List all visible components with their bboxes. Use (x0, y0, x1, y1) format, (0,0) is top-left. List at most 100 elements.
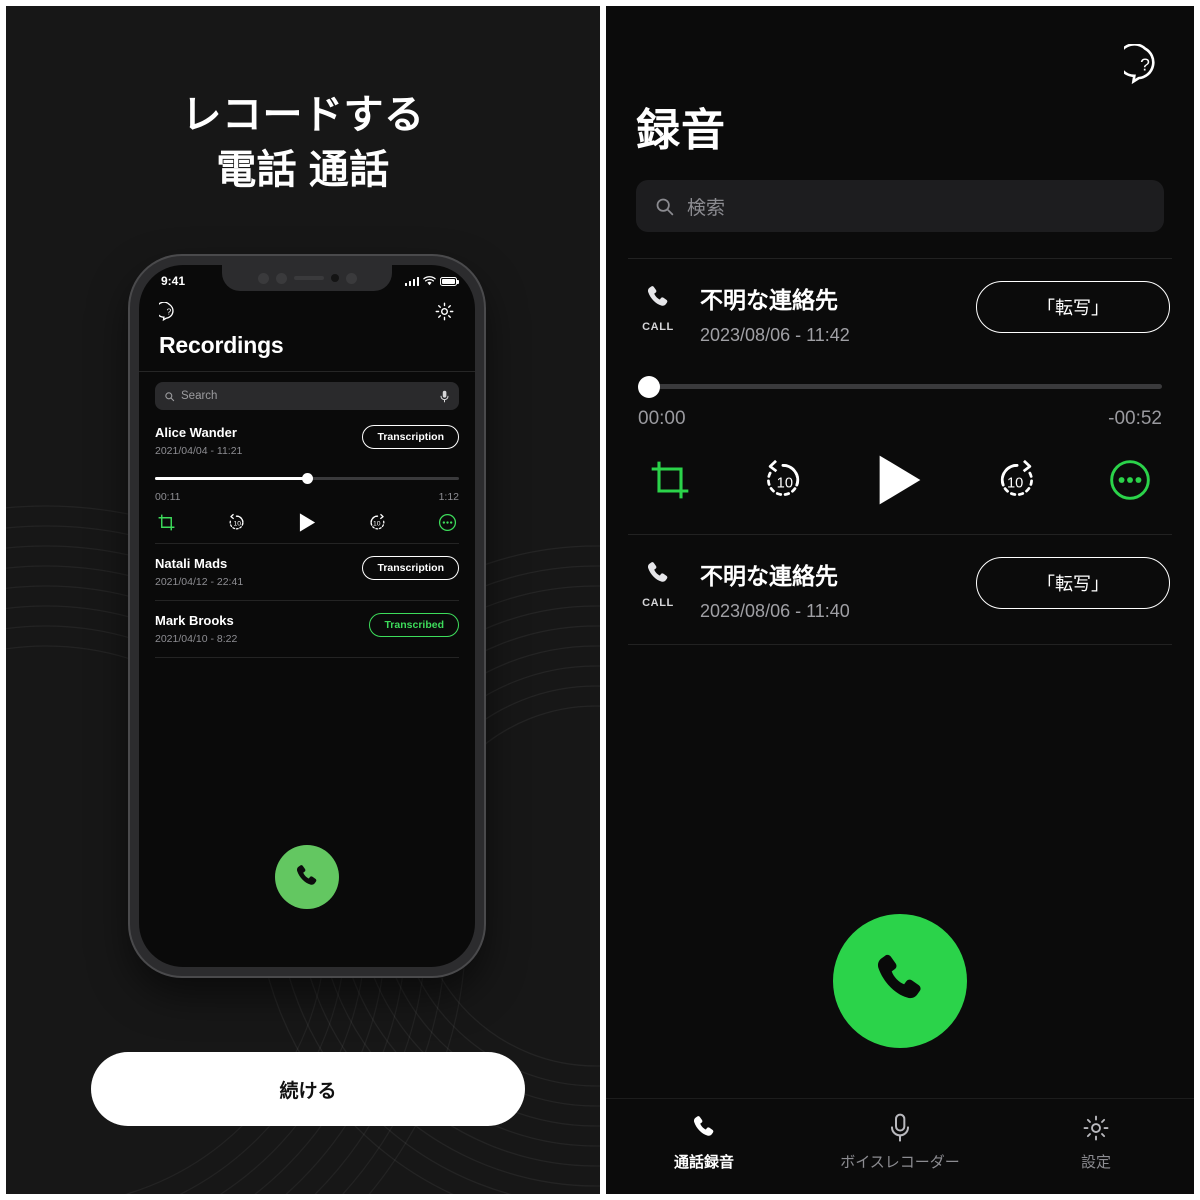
phone-mockup: 9:41 ? Recordings Search Alice Wander 20… (130, 256, 484, 976)
tab-call-recording[interactable]: 通話録音 (629, 1113, 779, 1172)
total-duration: 1:12 (438, 491, 459, 503)
playback-slider[interactable] (155, 473, 459, 484)
phone-handset-icon (296, 865, 317, 885)
call-list-item[interactable]: CALL 不明な連絡先 2023/08/06 - 11:42 「転写」 (606, 259, 1194, 346)
gear-icon[interactable] (434, 301, 455, 322)
playback-times: 00:00 -00:52 (638, 408, 1162, 430)
promo-headline-line1: レコードする (181, 93, 425, 137)
crop-icon[interactable] (157, 513, 176, 532)
record-call-fab[interactable] (833, 914, 967, 1048)
promo-headline-line2: 電話 通話 (216, 148, 390, 193)
battery-icon (440, 276, 459, 286)
play-icon[interactable] (874, 452, 926, 508)
phone-handset-icon (877, 954, 921, 999)
recording-date: 2021/04/10 - 8:22 (155, 633, 238, 645)
slider-thumb[interactable] (638, 376, 660, 398)
recording-name: Alice Wander (155, 425, 237, 440)
call-meta: 不明な連絡先 2023/08/06 - 11:40 (700, 555, 962, 622)
svg-text:10: 10 (1007, 475, 1023, 491)
svg-text:10: 10 (234, 521, 242, 528)
more-options-icon[interactable] (438, 513, 457, 532)
divider (628, 644, 1172, 645)
call-list-item[interactable]: CALL 不明な連絡先 2023/08/06 - 11:40 「転写」 (606, 535, 1194, 622)
search-placeholder: 検索 (687, 197, 726, 219)
transcribe-button[interactable]: 「転写」 (976, 281, 1170, 333)
transcription-button[interactable]: Transcription (362, 556, 459, 580)
slider-fill (155, 477, 307, 480)
recording-date: 2021/04/04 - 11:21 (155, 445, 243, 457)
microphone-icon[interactable] (439, 390, 450, 403)
recording-header: Natali Mads 2021/04/12 - 22:41 Transcrip… (155, 556, 459, 588)
tab-label: ボイスレコーダー (840, 1154, 960, 1171)
search-icon (165, 391, 175, 401)
phone-search-bar[interactable]: Search (155, 382, 459, 410)
recording-date: 2021/04/12 - 22:41 (155, 576, 244, 588)
tab-voice-recorder[interactable]: ボイスレコーダー (825, 1113, 975, 1172)
call-type-indicator: CALL (630, 279, 686, 333)
bottom-tab-bar: 通話録音 ボイスレコーダー 設定 (606, 1098, 1194, 1194)
help-bubble-icon[interactable]: ? (159, 301, 179, 322)
remaining-time: -00:52 (1108, 408, 1162, 429)
svg-text:?: ? (1140, 54, 1150, 74)
phone-handset-icon (693, 1116, 714, 1136)
search-bar[interactable]: 検索 (636, 180, 1164, 232)
phone-handset-icon (647, 286, 668, 306)
call-type-label: CALL (642, 597, 674, 609)
more-options-icon[interactable] (1108, 458, 1152, 502)
phone-handset-icon (647, 562, 668, 582)
phone-top-bar: ? (139, 293, 475, 322)
recording-header: Alice Wander 2021/04/04 - 11:21 Transcri… (155, 425, 459, 457)
record-call-fab[interactable] (275, 845, 339, 909)
search-icon (656, 198, 674, 215)
call-name: 不明な連絡先 (700, 563, 838, 589)
call-type-label: CALL (642, 321, 674, 333)
svg-text:?: ? (167, 306, 172, 316)
recording-name: Natali Mads (155, 556, 228, 571)
forward-10-icon[interactable]: 10 (368, 513, 387, 532)
left-promo-panel: レコードする 電話 通話 9:41 ? Recordings Search Al… (6, 6, 600, 1194)
page-title: 録音 (636, 106, 726, 155)
call-meta: 不明な連絡先 2023/08/06 - 11:42 (700, 279, 962, 346)
phone-screen: 9:41 ? Recordings Search Alice Wander 20… (139, 265, 475, 967)
call-name: 不明な連絡先 (700, 287, 838, 313)
tab-settings[interactable]: 設定 (1021, 1113, 1171, 1172)
cellular-signal-icon (404, 276, 419, 286)
help-bubble-icon[interactable]: ? (1124, 44, 1166, 86)
crop-icon[interactable] (648, 458, 692, 502)
right-app-panel: ? 録音 検索 CALL 不明な連絡先 2023/08/06 - 11:42 「… (606, 6, 1194, 1194)
recording-list-item[interactable]: Natali Mads 2021/04/12 - 22:41 Transcrip… (139, 544, 475, 600)
microphone-icon (891, 1113, 909, 1142)
playback-slider[interactable] (638, 376, 1162, 398)
call-date: 2023/08/06 - 11:40 (700, 601, 850, 621)
status-bar: 9:41 (139, 265, 475, 293)
recording-list-item[interactable]: Mark Brooks 2021/04/10 - 8:22 Transcribe… (139, 601, 475, 657)
slider-track (638, 384, 1162, 389)
rewind-10-icon[interactable]: 10 (227, 513, 246, 532)
gear-icon (1083, 1115, 1109, 1141)
recording-meta: Mark Brooks 2021/04/10 - 8:22 (155, 613, 237, 645)
slider-thumb[interactable] (301, 473, 313, 484)
playback-controls: 10 10 (648, 452, 1152, 508)
elapsed-time: 00:11 (155, 491, 181, 503)
status-time: 9:41 (161, 274, 186, 288)
wifi-icon (423, 276, 436, 286)
call-date: 2023/08/06 - 11:42 (700, 325, 850, 345)
promo-headline: レコードする 電話 通話 (6, 88, 600, 198)
transcribe-button[interactable]: 「転写」 (976, 557, 1170, 609)
status-indicators (404, 276, 459, 286)
play-icon[interactable] (298, 512, 317, 533)
call-type-indicator: CALL (630, 555, 686, 609)
recording-list-item[interactable]: Alice Wander 2021/04/04 - 11:21 Transcri… (139, 418, 475, 543)
elapsed-time: 00:00 (638, 408, 686, 429)
transcription-button[interactable]: Transcription (362, 425, 459, 449)
tab-label: 設定 (1080, 1154, 1111, 1171)
continue-button[interactable]: 続ける (91, 1052, 525, 1126)
phone-page-title: Recordings (159, 332, 284, 358)
playback-controls: 10 10 (155, 503, 459, 543)
svg-text:10: 10 (373, 521, 381, 528)
screenshot-canvas: レコードする 電話 通話 9:41 ? Recordings Search Al… (0, 0, 1200, 1200)
rewind-10-icon[interactable]: 10 (761, 458, 805, 502)
forward-10-icon[interactable]: 10 (995, 458, 1039, 502)
divider (139, 371, 475, 372)
transcribed-badge[interactable]: Transcribed (369, 613, 459, 637)
